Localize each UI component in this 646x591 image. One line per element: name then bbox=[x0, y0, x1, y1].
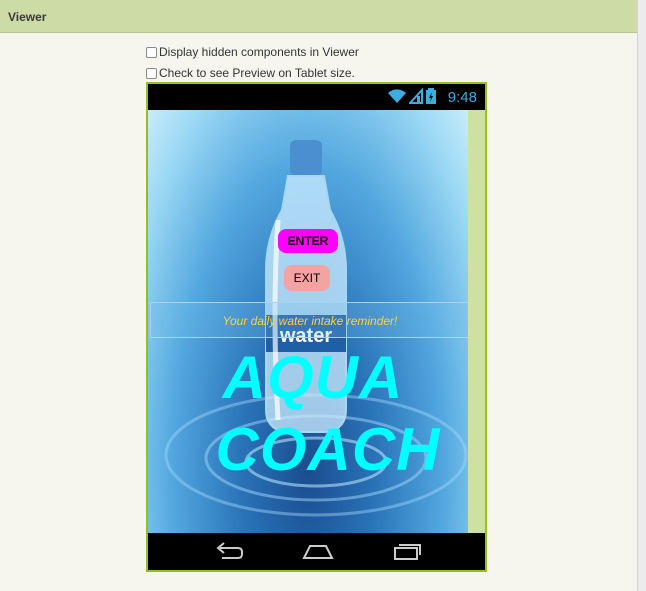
status-time: 9:48 bbox=[447, 89, 477, 106]
status-bar: 9:48 bbox=[148, 84, 485, 110]
exit-button[interactable]: EXIT bbox=[284, 265, 330, 291]
viewer-header: Viewer bbox=[0, 0, 637, 33]
hidden-components-label: Display hidden components in Viewer bbox=[159, 45, 359, 59]
tagline-text: Your daily water intake reminder! bbox=[222, 314, 398, 328]
viewer-title: Viewer bbox=[8, 10, 47, 24]
app-title-line2: COACH bbox=[215, 416, 441, 483]
tablet-preview-option[interactable]: Check to see Preview on Tablet size. bbox=[146, 66, 355, 80]
enter-button[interactable]: ENTER bbox=[278, 229, 338, 253]
navigation-bar bbox=[148, 533, 485, 570]
app-screen: water ENTER EXIT Your daily water intake… bbox=[148, 110, 468, 533]
app-title-line1: AQUA bbox=[222, 344, 404, 411]
hidden-components-option[interactable]: Display hidden components in Viewer bbox=[146, 45, 359, 59]
screen-scrollbar[interactable] bbox=[468, 110, 485, 533]
tablet-preview-checkbox[interactable] bbox=[146, 67, 157, 79]
back-icon[interactable] bbox=[214, 542, 244, 562]
signal-icon bbox=[409, 88, 423, 104]
right-scrollbar[interactable] bbox=[637, 0, 646, 591]
recents-icon[interactable] bbox=[392, 542, 422, 562]
phone-preview: 9:48 water ENTER EXIT Your daily water i… bbox=[146, 82, 487, 572]
wifi-icon bbox=[388, 89, 406, 103]
tagline-box: Your daily water intake reminder! bbox=[150, 302, 468, 338]
status-icons bbox=[387, 88, 437, 104]
hidden-components-checkbox[interactable] bbox=[146, 46, 157, 58]
tablet-preview-label: Check to see Preview on Tablet size. bbox=[159, 66, 355, 80]
battery-icon bbox=[426, 88, 436, 104]
home-icon[interactable] bbox=[302, 542, 334, 562]
